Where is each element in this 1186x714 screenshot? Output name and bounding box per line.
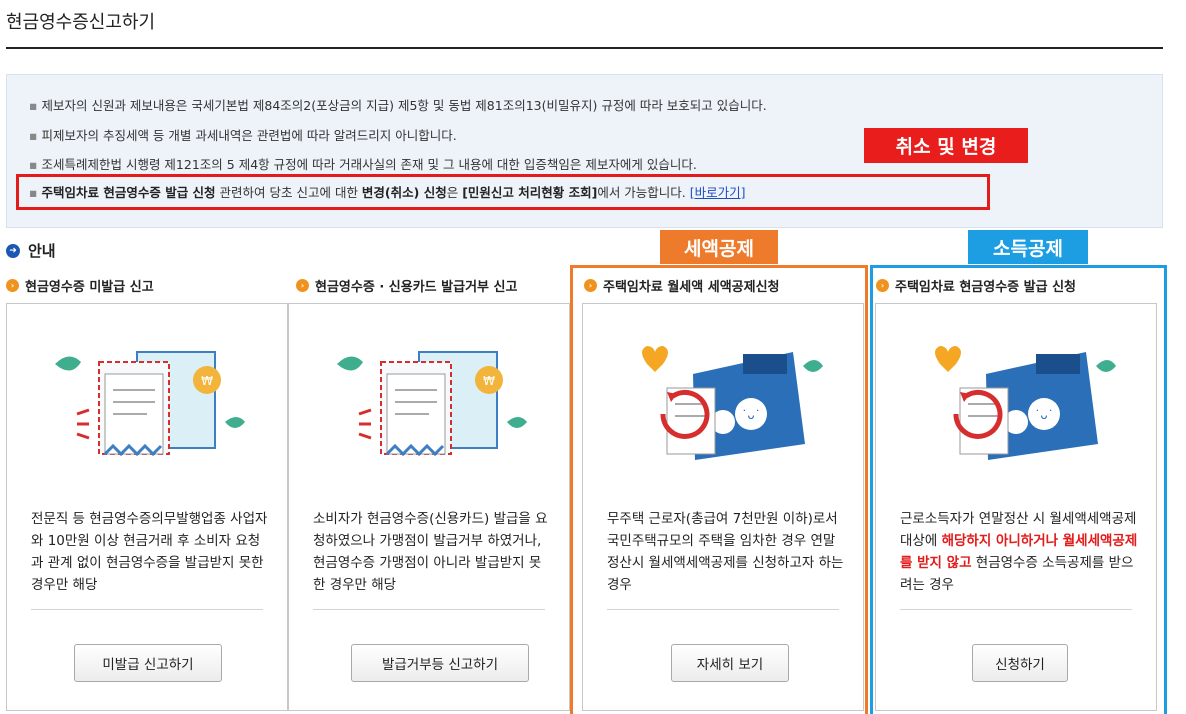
report-unissued-button[interactable]: 미발급 신고하기 [74, 644, 222, 682]
arrow-circle-icon: ➜ [6, 243, 20, 258]
card-divider [31, 609, 263, 610]
svg-text:₩: ₩ [201, 374, 213, 388]
card-unissued: ₩ 전문직 등 현금영수증의무발행업종 사업자와 10만원 이상 현금거래 후 … [6, 303, 288, 711]
card-description: 소비자가 현금영수증(신용카드) 발급을 요청하였으나 가맹점이 발급거부 하였… [313, 511, 548, 593]
guide-heading: ➜ 안내 [6, 240, 56, 261]
card-refusal: ₩ 소비자가 현금영수증(신용카드) 발급을 요청하였으나 가맹점이 발급거부 … [288, 303, 570, 711]
report-refusal-button[interactable]: 발급거부등 신고하기 [351, 644, 529, 682]
title-divider [6, 47, 1163, 49]
chevron-right-icon: › [6, 279, 19, 292]
notice-item: ▪ 조세특례제한법 시행령 제121조의 5 제4항 규정에 따라 거래사실의 존… [29, 157, 697, 172]
card-divider [313, 609, 545, 610]
highlight-annotation-box [16, 174, 990, 210]
card-description: 전문직 등 현금영수증의무발행업종 사업자와 10만원 이상 현금거래 후 소비… [31, 511, 268, 593]
receipt-illustration: ₩ [337, 351, 527, 457]
chevron-right-icon: › [296, 279, 309, 292]
notice-item: ▪ 제보자의 신원과 제보내용은 국세기본법 제84조의2(포상금의 지급) 제5… [29, 98, 767, 113]
svg-text:₩: ₩ [483, 374, 495, 388]
income-deduction-tag: 소득공제 [968, 230, 1088, 264]
income-deduction-annotation-frame [870, 265, 1167, 714]
receipt-illustration: ₩ [55, 351, 245, 457]
page-title: 현금영수증신고하기 [6, 12, 156, 33]
tax-credit-annotation-frame [570, 265, 868, 714]
cancel-change-tag: 취소 및 변경 [864, 128, 1028, 163]
tax-credit-tag: 세액공제 [660, 230, 778, 264]
card-title-refusal: › 현금영수증 · 신용카드 발급거부 신고 [296, 276, 570, 295]
card-title-unissued: › 현금영수증 미발급 신고 [6, 276, 288, 295]
notice-item: ▪ 피제보자의 추징세액 등 개별 과세내역은 관련법에 따라 알려드리지 아니합… [29, 128, 457, 143]
